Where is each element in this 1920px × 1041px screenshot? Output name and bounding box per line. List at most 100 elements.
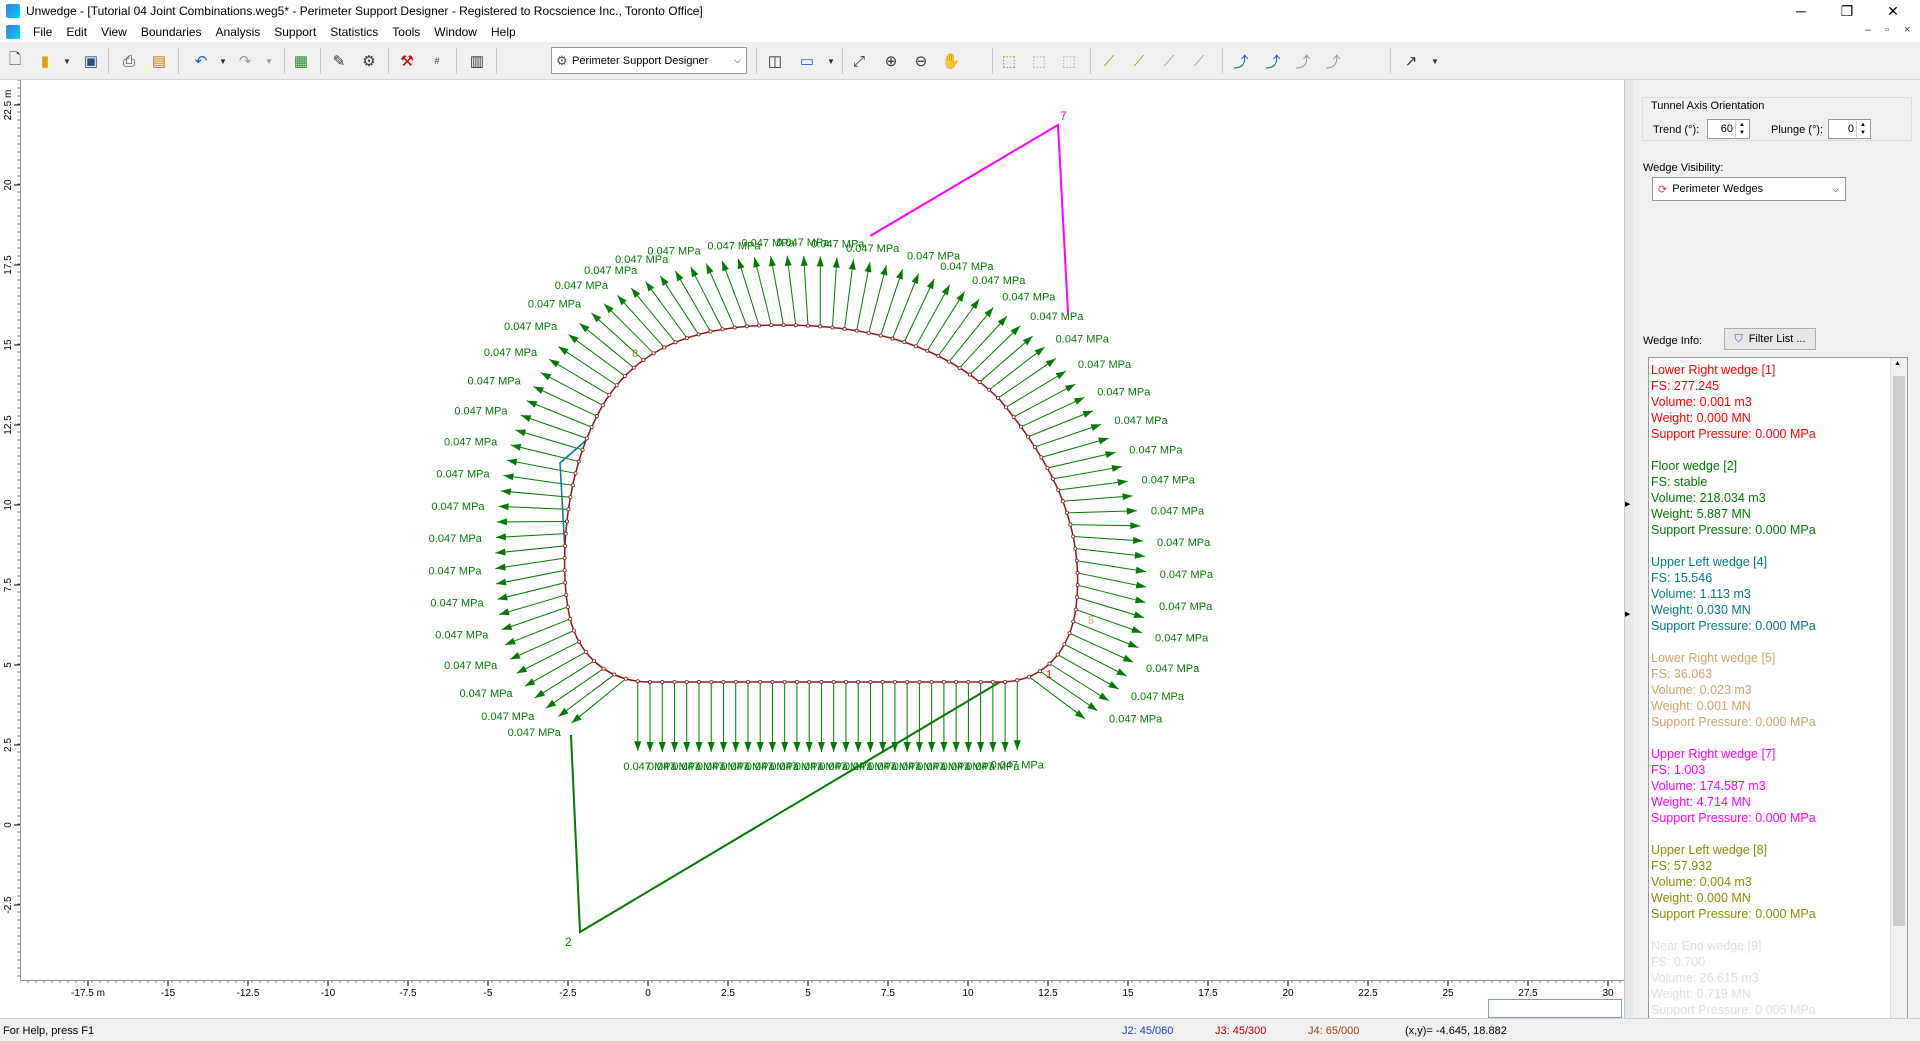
pressure-arrowhead (849, 259, 856, 269)
redo-icon[interactable]: ↷ (234, 50, 256, 72)
calculator-icon[interactable]: ▥ (466, 50, 488, 72)
support-3-icon[interactable]: ⬚ (1058, 50, 1080, 72)
pressure-arrowhead (1098, 438, 1109, 445)
layout-dropdown-icon[interactable]: ▼ (820, 50, 842, 72)
drawing-canvas[interactable]: 0.047 MPa0.047 MPa0.047 MPa0.047 MPa0.04… (0, 80, 1624, 1018)
pressure-arrowhead (1131, 626, 1142, 633)
grid-view-icon[interactable]: ▦ (290, 50, 312, 72)
pressure-arrowhead (502, 623, 513, 630)
open-folder-icon[interactable]: ▮ (34, 50, 56, 72)
joint-4-icon[interactable]: ⤴ (1322, 50, 1344, 72)
pressure-arrow (804, 256, 808, 326)
pressure-arrow (857, 262, 870, 331)
app-icon (6, 4, 20, 18)
joint-2-icon[interactable]: ⤴ (1262, 50, 1284, 72)
wedge-info-item[interactable]: Near End wedge [9]FS: 0.700Volume: 26.61… (1651, 938, 1816, 1018)
new-file-icon[interactable]: 🗋 (4, 50, 26, 72)
wedge-info-item[interactable]: Upper Right wedge [7]FS: 1.003Volume: 17… (1651, 746, 1816, 826)
spin-arrows-icon[interactable]: ▲▼ (1856, 121, 1869, 137)
y-tick-label: 12.5 (3, 415, 14, 435)
pressure-label: 0.047 MPa (504, 321, 558, 333)
x-tick-label: 12.5 (1038, 988, 1058, 999)
pressure-arrowhead (801, 256, 808, 266)
open-dropdown-icon[interactable]: ▼ (56, 50, 78, 72)
status-j3: J3: 45/300 (1215, 1025, 1266, 1037)
wedge-info-item[interactable]: Lower Right wedge [5]FS: 36.063Volume: 0… (1651, 650, 1816, 730)
pressure-arrowhead (867, 742, 874, 752)
wedge-list-scrollbar[interactable]: ▲ (1890, 358, 1907, 1018)
zoom-extents-icon[interactable]: ⤢ (848, 50, 870, 72)
scroll-up-icon[interactable]: ▲ (1894, 360, 1901, 367)
close-icon[interactable]: ✕ (1870, 0, 1916, 22)
arrow-tool-icon[interactable]: ↗ (1400, 50, 1422, 72)
support-2-icon[interactable]: ⬚ (1028, 50, 1050, 72)
bolt-icon[interactable]: ⟋ (1098, 50, 1120, 72)
pressure-arrowhead (912, 274, 919, 285)
wedge-info-item[interactable]: Upper Left wedge [8]FS: 57.932Volume: 0.… (1651, 842, 1816, 922)
restore-icon[interactable]: ❐ (1824, 0, 1870, 22)
wedge-info-item[interactable]: Lower Right wedge [1]FS: 277.245Volume: … (1651, 362, 1816, 442)
menu-tools[interactable]: Tools (385, 25, 427, 39)
menu-edit[interactable]: Edit (59, 25, 94, 39)
expand-arrow-icon[interactable]: ▶ (1625, 610, 1630, 618)
menu-support[interactable]: Support (267, 25, 323, 39)
wedge-info-item[interactable]: Upper Left wedge [4]FS: 15.546Volume: 1.… (1651, 554, 1816, 634)
export-icon[interactable]: ▤ (148, 50, 170, 72)
undo-icon[interactable]: ↶ (190, 50, 212, 72)
bolt-4-icon[interactable]: ⟋ (1188, 50, 1210, 72)
pressure-arrow (617, 295, 664, 347)
y-tick-label: -2.5 (3, 896, 14, 914)
menu-view[interactable]: View (94, 25, 134, 39)
pan-icon[interactable]: ✋ (940, 50, 962, 72)
mode-select[interactable]: ⚙ Perimeter Support Designer ⌵ (551, 47, 747, 74)
pressure-arrowhead (527, 401, 538, 408)
pressure-label: 0.047 MPa (707, 240, 761, 252)
redo-dropdown-icon[interactable]: ▼ (258, 50, 280, 72)
settings-doc-icon[interactable]: ⚙ (358, 50, 380, 72)
bolt-3-icon[interactable]: ⟋ (1158, 50, 1180, 72)
trend-input[interactable]: 60 ▲▼ (1707, 119, 1750, 139)
wedge-info-item[interactable]: Floor wedge [2]FS: stableVolume: 218.034… (1651, 458, 1816, 538)
scroll-thumb[interactable] (1893, 376, 1905, 926)
add-support-icon[interactable]: ⬚ (998, 50, 1020, 72)
mdi-minimize-icon[interactable]: – (1865, 24, 1871, 36)
undo-dropdown-icon[interactable]: ▼ (212, 50, 234, 72)
mdi-close-icon[interactable]: × (1904, 24, 1910, 36)
layout-icon[interactable]: ▭ (796, 50, 818, 72)
wedge-info-line: Weight: 0.001 MN (1651, 698, 1816, 714)
boundary-node (891, 337, 894, 340)
mode-select-value: Perimeter Support Designer (572, 55, 708, 67)
arrow-dropdown-icon[interactable]: ▼ (1424, 50, 1446, 72)
wedge-info-list[interactable]: Lower Right wedge [1]FS: 277.245Volume: … (1648, 357, 1908, 1019)
menu-file[interactable]: File (26, 25, 59, 39)
pressure-arrowhead (541, 373, 551, 381)
wedge-visibility-select[interactable]: ⟳ Perimeter Wedges ⌵ (1652, 177, 1846, 201)
menu-window[interactable]: Window (427, 25, 484, 39)
plunge-input[interactable]: 0 ▲▼ (1828, 119, 1871, 139)
edit-icon[interactable]: ✎ (328, 50, 350, 72)
pressure-arrow (1047, 452, 1115, 468)
joint-3-icon[interactable]: ⤴ (1292, 50, 1314, 72)
mdi-restore-icon[interactable]: ▫ (1885, 24, 1889, 36)
collapse-arrow-icon[interactable]: ▶ (1625, 500, 1630, 508)
menu-statistics[interactable]: Statistics (323, 25, 385, 39)
filter-list-button[interactable]: ⛉ Filter List ... (1724, 328, 1816, 350)
minimize-icon[interactable]: ─ (1778, 0, 1824, 22)
zoom-out-icon[interactable]: ⊖ (910, 50, 932, 72)
joint-icon[interactable]: ⤴ (1230, 50, 1252, 72)
compute-icon[interactable]: ⚒ (396, 50, 418, 72)
command-input[interactable] (1488, 999, 1622, 1018)
pressure-arrowhead (1133, 611, 1144, 618)
bolt-2-icon[interactable]: ⟋ (1128, 50, 1150, 72)
print-icon[interactable]: ⎙ (118, 50, 140, 72)
zoom-in-icon[interactable]: ⊕ (880, 50, 902, 72)
save-icon[interactable]: ▣ (80, 50, 102, 72)
pressure-arrow (832, 258, 837, 328)
menu-analysis[interactable]: Analysis (209, 25, 268, 39)
menu-help[interactable]: Help (484, 25, 523, 39)
spin-arrows-icon[interactable]: ▲▼ (1735, 121, 1748, 137)
info-numbers-icon[interactable]: # (426, 50, 448, 72)
menu-boundaries[interactable]: Boundaries (134, 25, 209, 39)
split-view-icon[interactable]: ◫ (764, 50, 786, 72)
wedge-info-line: Support Pressure: 0.000 MPa (1651, 906, 1816, 922)
